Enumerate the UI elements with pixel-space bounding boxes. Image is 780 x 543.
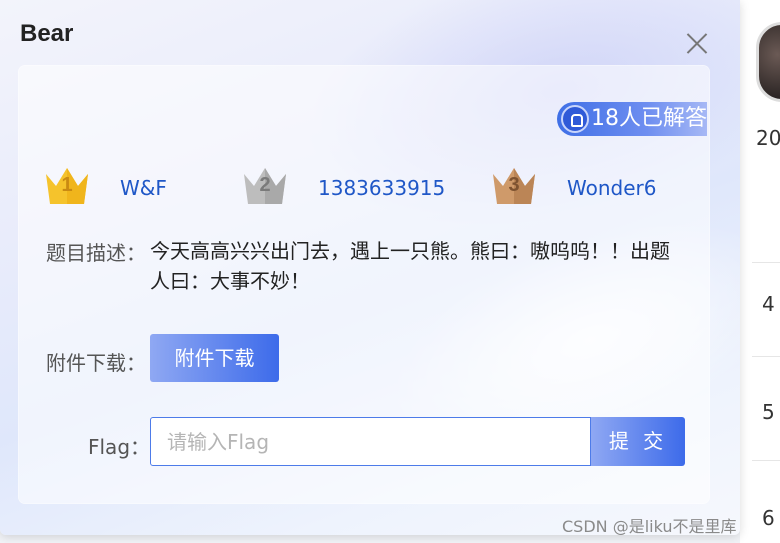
- avatar[interactable]: [756, 22, 780, 102]
- solved-count-label: 18人已解答: [591, 106, 707, 131]
- rank-number: 3: [508, 174, 520, 196]
- rank-name[interactable]: 13836339155: [318, 176, 444, 200]
- submit-button[interactable]: 提 交: [591, 417, 685, 466]
- close-icon[interactable]: [684, 30, 710, 56]
- background-text: 5: [762, 400, 775, 424]
- background-text: 4: [762, 292, 775, 316]
- rank-first: 1 W&F: [44, 166, 224, 210]
- divider: [752, 356, 780, 357]
- solved-icon: [561, 105, 589, 133]
- download-attachment-button[interactable]: 附件下载: [150, 334, 279, 382]
- rank-third: 3 Wonder6: [491, 166, 681, 210]
- challenge-description: 今天高高兴兴出门去，遇上一只熊。熊曰：嗷呜呜！！出题人曰：大事不妙！: [150, 239, 670, 293]
- rank-number: 1: [61, 174, 73, 196]
- description-label: 题目描述：: [46, 241, 146, 265]
- flag-label: Flag：: [88, 435, 151, 459]
- challenge-dialog: Bear 18人已解答 1 W&F 2 13836339155 3 Wonder…: [0, 0, 740, 535]
- attachment-label: 附件下载：: [46, 351, 146, 375]
- divider: [752, 262, 780, 263]
- rank-second: 2 13836339155: [242, 166, 446, 210]
- dialog-title: Bear: [20, 20, 74, 47]
- rank-name[interactable]: Wonder6: [567, 176, 677, 200]
- flag-input[interactable]: [150, 417, 591, 466]
- rank-number: 2: [259, 174, 271, 196]
- solved-count-badge[interactable]: 18人已解答: [557, 102, 707, 136]
- background-text: 20: [756, 126, 780, 150]
- divider: [752, 460, 780, 461]
- background-text: 6: [762, 506, 775, 530]
- watermark: CSDN @是liku不是里库: [562, 517, 737, 536]
- rank-name[interactable]: W&F: [120, 176, 220, 200]
